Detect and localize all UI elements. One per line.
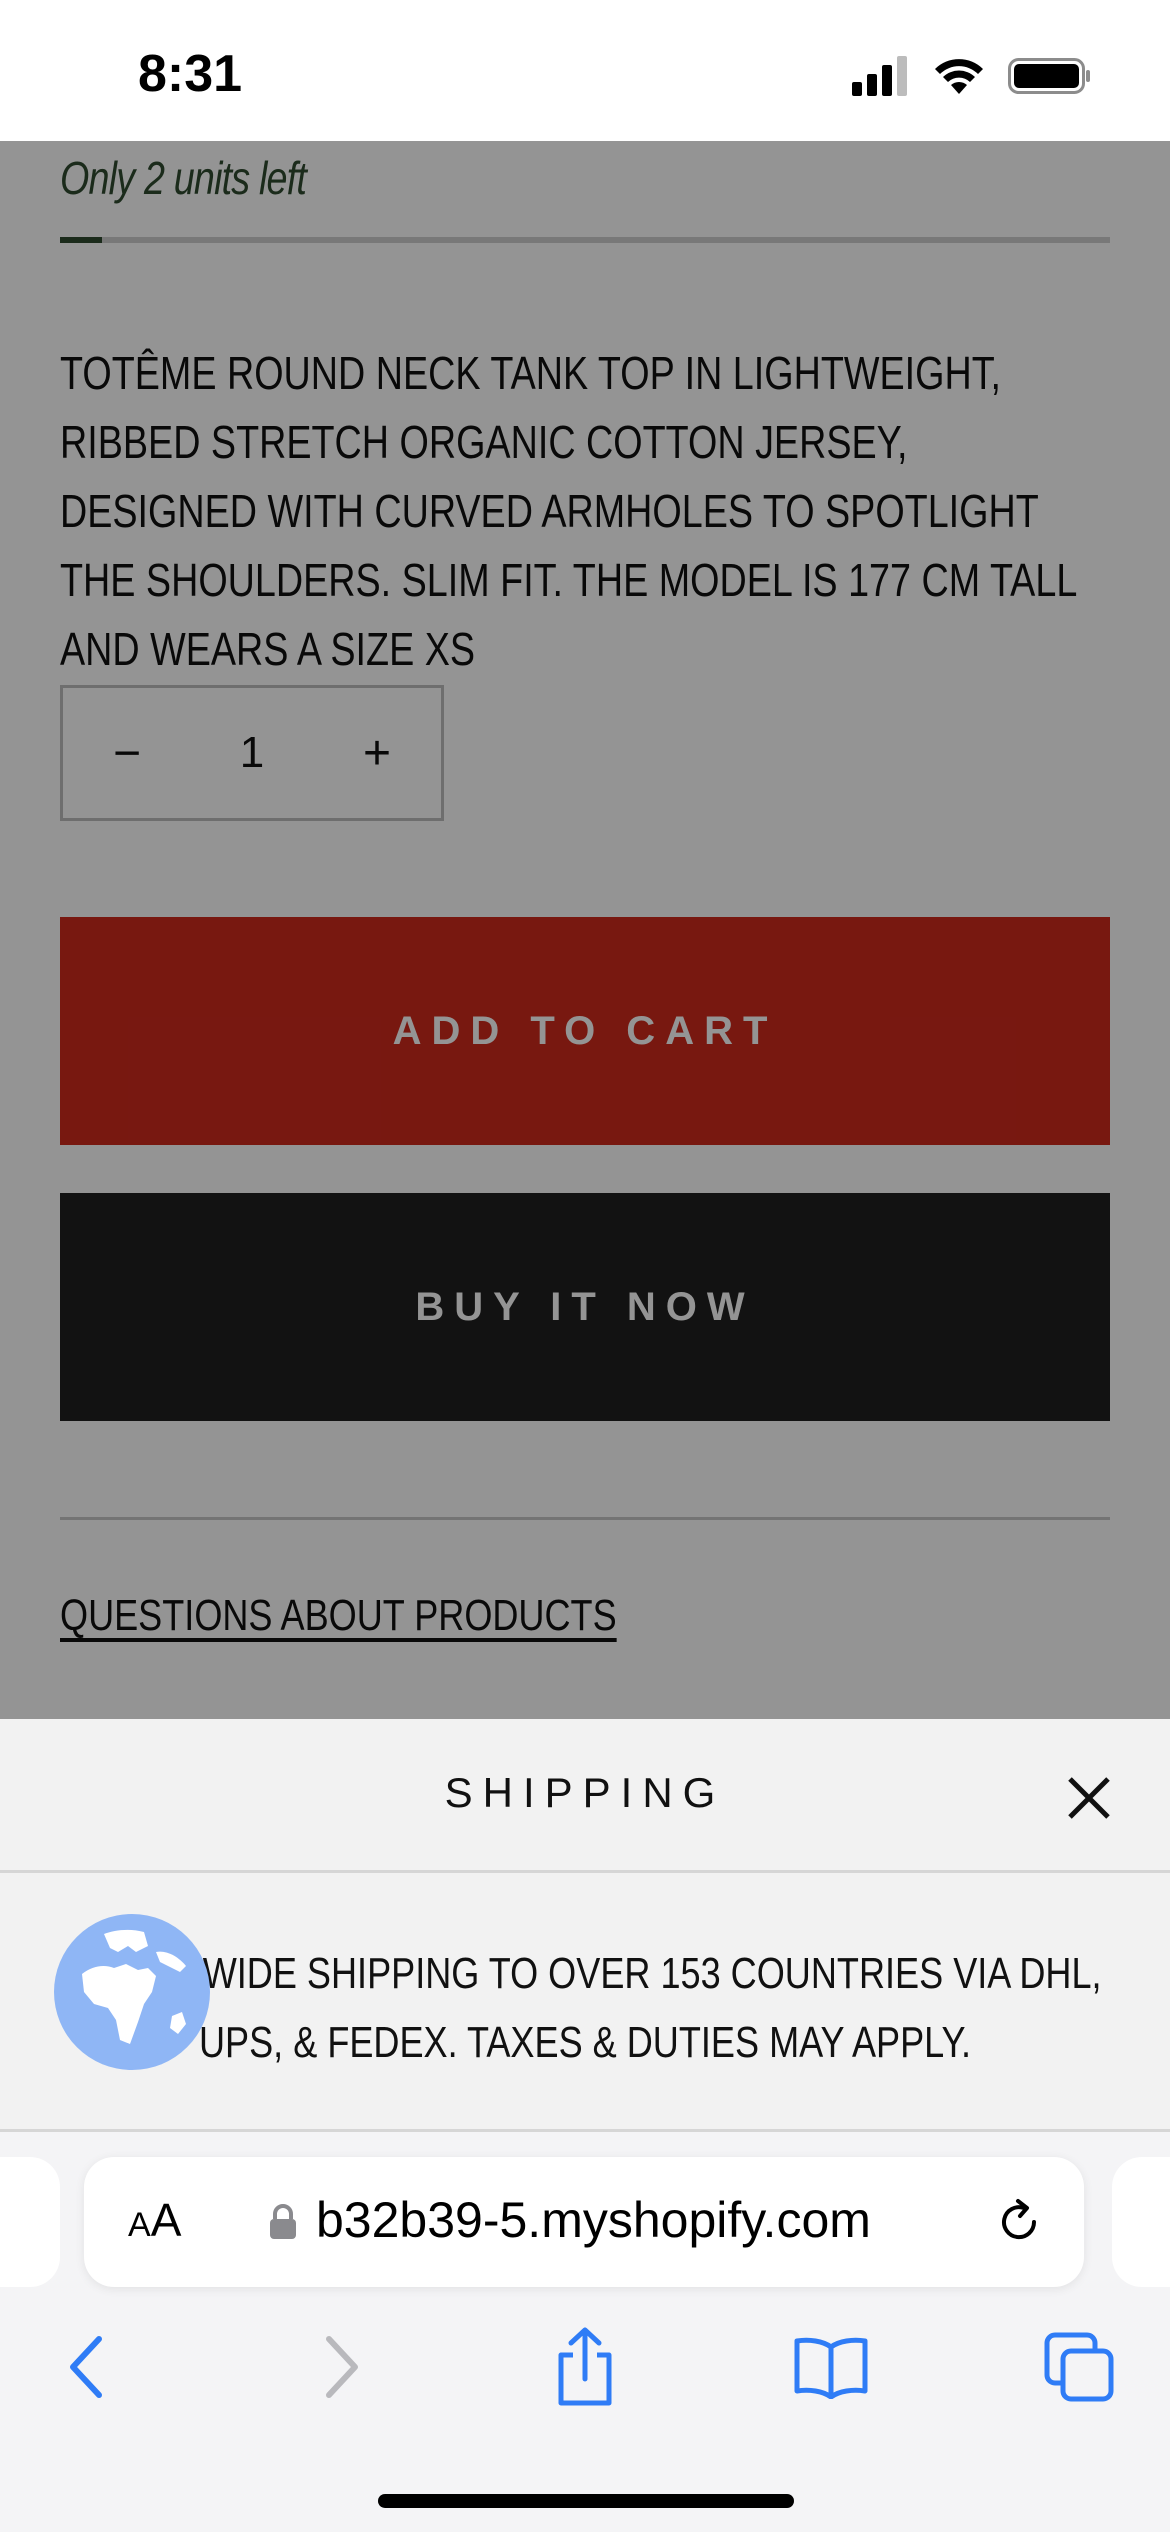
status-bar: 8:31 (0, 0, 1170, 141)
shipping-sheet-header: SHIPPING (0, 1719, 1170, 1873)
previous-tab-preview[interactable] (0, 2157, 60, 2287)
wifi-icon (935, 59, 983, 94)
globe-icon (54, 1914, 210, 2070)
chevron-right-icon (326, 2336, 358, 2398)
lock-icon (270, 2204, 296, 2239)
status-icons (852, 56, 1092, 96)
aa-large-letter: A (150, 2194, 182, 2246)
reader-text-size-button[interactable]: AA (128, 2193, 181, 2247)
chevron-left-icon (70, 2336, 102, 2398)
close-icon (1068, 1777, 1110, 1819)
reload-icon[interactable] (994, 2197, 1044, 2247)
url-text[interactable]: b32b39-5.myshopify.com (316, 2191, 871, 2249)
home-indicator[interactable] (378, 2494, 794, 2508)
close-button[interactable] (1066, 1775, 1112, 1821)
dim-overlay[interactable] (0, 141, 1170, 1719)
address-bar[interactable]: AA b32b39-5.myshopify.com (84, 2157, 1084, 2287)
shipping-sheet-title: SHIPPING (444, 1769, 726, 1816)
forward-button[interactable] (296, 2322, 386, 2412)
status-time: 8:31 (138, 45, 243, 103)
aa-small-letter: A (128, 2206, 151, 2244)
book-icon (794, 2337, 868, 2399)
back-button[interactable] (42, 2322, 132, 2412)
tabs-icon (1044, 2332, 1114, 2402)
browser-chrome: AA b32b39-5.myshopify.com (0, 2132, 1170, 2532)
share-icon (558, 2327, 612, 2406)
cellular-signal-icon (852, 56, 907, 96)
battery-icon (1008, 58, 1090, 94)
share-button[interactable] (540, 2322, 630, 2412)
next-tab-preview[interactable] (1112, 2157, 1170, 2287)
bookmarks-button[interactable] (786, 2322, 876, 2412)
tabs-button[interactable] (1034, 2322, 1124, 2412)
browser-toolbar (0, 2322, 1170, 2432)
